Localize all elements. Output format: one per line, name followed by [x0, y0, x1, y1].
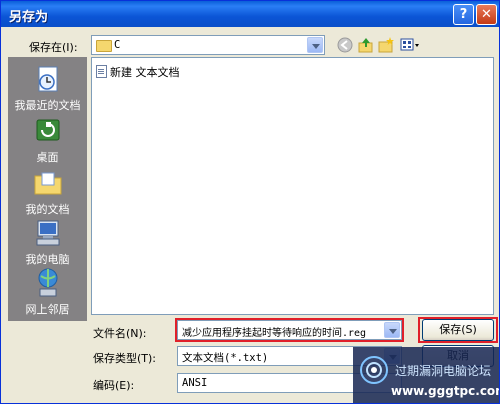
file-name-label: 新建 文本文档: [110, 66, 180, 79]
text-document-icon: [96, 65, 107, 78]
save-in-dropdown[interactable]: C: [91, 35, 325, 55]
place-label: 我的电脑: [25, 253, 70, 266]
place-network[interactable]: 网上邻居: [8, 267, 87, 317]
place-label: 桌面: [36, 151, 59, 164]
desktop-icon: [36, 119, 59, 141]
view-menu-icon[interactable]: [400, 37, 420, 53]
filetype-label: 保存类型(T):: [93, 352, 157, 365]
my-computer-icon: [36, 220, 59, 246]
network-places-icon: [38, 268, 57, 297]
file-list[interactable]: 新建 文本文档: [91, 57, 494, 315]
places-bar: 我最近的文档 桌面 我的文档 我的电脑 网上邻居: [8, 57, 87, 321]
list-item[interactable]: 新建 文本文档: [96, 64, 180, 80]
help-button[interactable]: ?: [453, 4, 474, 25]
save-button[interactable]: 保存(S): [422, 319, 494, 341]
place-my-documents[interactable]: 我的文档: [8, 167, 87, 217]
filename-label: 文件名(N):: [93, 327, 147, 340]
back-icon[interactable]: [337, 37, 353, 53]
new-folder-icon[interactable]: [378, 37, 394, 53]
place-label: 我最近的文档: [14, 99, 81, 112]
place-recent[interactable]: 我最近的文档: [8, 63, 87, 113]
chevron-down-icon[interactable]: [307, 37, 323, 53]
up-folder-icon[interactable]: [358, 37, 374, 53]
place-label: 我的文档: [25, 203, 70, 216]
dialog-title: 另存为: [9, 10, 49, 25]
my-documents-icon: [34, 172, 61, 195]
folder-icon: [96, 40, 112, 52]
place-my-computer[interactable]: 我的电脑: [8, 217, 87, 267]
filename-value: 减少应用程序挂起时等待响应的时间.reg: [182, 328, 367, 339]
watermark-logo-icon: [360, 356, 388, 384]
close-button[interactable]: ✕: [476, 4, 497, 25]
place-desktop[interactable]: 桌面: [8, 115, 87, 165]
title-bar[interactable]: 另存为 ? ✕: [1, 1, 499, 27]
save-in-label: 保存在(I):: [29, 41, 78, 54]
filetype-value: 文本文档(*.txt): [182, 352, 269, 364]
watermark-text: 过期漏洞电脑论坛: [395, 364, 492, 378]
save-as-dialog: 另存为 ? ✕ 保存在(I): C 我最近的文档 桌面 我的文档 我的电脑 网上…: [0, 0, 500, 404]
encoding-value: ANSI: [182, 377, 208, 389]
place-label: 网上邻居: [25, 303, 70, 316]
watermark-url: www.gggtpc.com: [391, 384, 500, 398]
save-in-value: C: [114, 39, 121, 51]
chevron-down-icon[interactable]: [384, 322, 400, 338]
recent-documents-icon: [38, 66, 57, 92]
watermark: 过期漏洞电脑论坛 www.gggtpc.com: [353, 347, 500, 403]
encoding-label: 编码(E):: [93, 379, 135, 392]
filename-input[interactable]: 减少应用程序挂起时等待响应的时间.reg: [177, 320, 402, 340]
